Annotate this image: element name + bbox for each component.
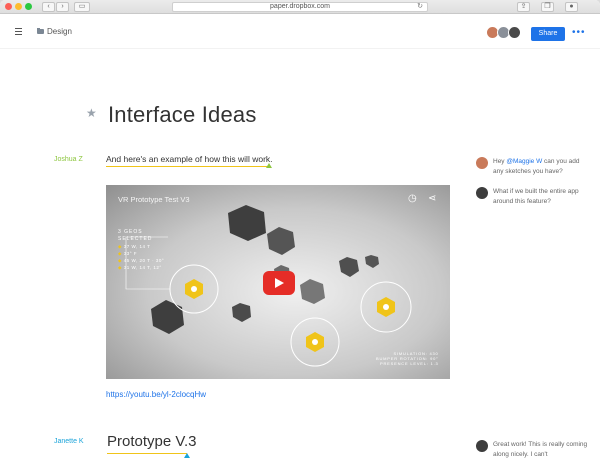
geo-stats-overlay: 3 GEOS SELECTED 37 W, 14 T 33° F 45 W, 2… xyxy=(118,229,164,271)
reload-icon[interactable]: ↻ xyxy=(417,3,423,11)
share-button[interactable]: Share xyxy=(531,27,565,41)
geo-shape xyxy=(232,303,251,322)
author-label: Janette K xyxy=(54,438,84,445)
author-underline xyxy=(106,166,269,167)
chevron-left-icon: ‹ xyxy=(47,3,50,10)
caption-line: PRESENCE LEVEL: 1.3 xyxy=(380,361,439,366)
avatar[interactable] xyxy=(476,187,488,199)
avatar[interactable] xyxy=(476,157,488,169)
stats-subheading: SELECTED xyxy=(118,236,153,242)
zoom-window-button[interactable] xyxy=(25,3,32,10)
video-caption: SIMULATION: 430 BUMPER ROTATION: 90° PRE… xyxy=(376,351,439,366)
app-header: Design Share ••• xyxy=(0,22,600,44)
extension-button[interactable]: ● xyxy=(565,2,578,12)
stats-row: 33° F xyxy=(118,250,164,257)
stats-heading: 3 GEOS xyxy=(118,229,143,235)
author-underline xyxy=(107,453,187,454)
cursor-caret-icon xyxy=(184,453,190,458)
author-label: Joshua Z xyxy=(54,156,83,163)
avatar[interactable] xyxy=(476,440,488,452)
more-options-icon[interactable]: ••• xyxy=(572,27,586,38)
browser-toolbar: ‹ › ▭ paper.dropbox.com ↻ ⇪ ❐ ● xyxy=(0,0,600,14)
stats-row: 45 W, 20 T · 30° xyxy=(118,257,164,264)
tabs-icon: ❐ xyxy=(544,3,551,10)
comment[interactable]: Great work! This is really coming along … xyxy=(493,440,588,460)
watch-later-icon[interactable]: ◷ xyxy=(408,193,417,204)
geo-shape xyxy=(151,300,184,334)
page-title[interactable]: Interface Ideas xyxy=(108,102,257,128)
sidebar-toggle-button[interactable]: ▭ xyxy=(74,2,90,12)
geo-shape xyxy=(339,257,359,277)
play-button[interactable] xyxy=(263,271,295,295)
avatar[interactable] xyxy=(508,26,521,39)
comment[interactable]: What if we built the entire app around t… xyxy=(493,187,588,207)
comment-text: Great work! This is really coming along … xyxy=(493,441,588,458)
back-button[interactable]: ‹ xyxy=(42,2,55,12)
browser-window: ‹ › ▭ paper.dropbox.com ↻ ⇪ ❐ ● Design S… xyxy=(0,0,600,462)
share-icon[interactable]: ⋖ xyxy=(428,193,436,204)
address-bar[interactable]: paper.dropbox.com ↻ xyxy=(172,2,428,12)
breadcrumb[interactable]: Design xyxy=(47,27,72,36)
comment-text: What if we built the entire app around t… xyxy=(493,188,579,205)
tabs-button[interactable]: ❐ xyxy=(541,2,554,12)
stats-row: 37 W, 14 T xyxy=(118,243,164,250)
share-page-button[interactable]: ⇪ xyxy=(517,2,530,12)
close-window-button[interactable] xyxy=(5,3,12,10)
paragraph-text[interactable]: And here's an example of how this will w… xyxy=(106,154,273,164)
url-text: paper.dropbox.com xyxy=(270,3,330,10)
share-icon: ⇪ xyxy=(520,3,527,10)
menu-icon[interactable] xyxy=(15,28,22,35)
cursor-caret-icon xyxy=(266,163,272,168)
forward-button[interactable]: › xyxy=(56,2,69,12)
geo-shape xyxy=(267,227,295,255)
comment[interactable]: Hey @Maggie W can you add any sketches y… xyxy=(493,157,588,177)
video-link[interactable]: https://youtu.be/yl-2clocqHw xyxy=(106,390,206,399)
header-divider xyxy=(0,48,600,49)
geo-shape xyxy=(228,205,266,241)
video-title[interactable]: VR Prototype Test V3 xyxy=(118,195,190,204)
folder-icon xyxy=(37,28,44,34)
sidebar-icon: ▭ xyxy=(78,3,86,10)
geo-shape xyxy=(300,279,325,304)
extension-icon: ● xyxy=(569,3,574,10)
stats-row: 31 W, 14 T, 12° xyxy=(118,264,164,271)
chevron-right-icon: › xyxy=(61,3,64,10)
mention-link[interactable]: @Maggie W xyxy=(506,158,542,165)
geo-shape xyxy=(365,255,379,268)
video-embed[interactable]: VR Prototype Test V3 ◷ ⋖ 3 GEOS SELECTED… xyxy=(106,185,450,379)
star-icon[interactable]: ★ xyxy=(86,106,97,120)
comment-text: Hey xyxy=(493,158,507,165)
section-heading[interactable]: Prototype V.3 xyxy=(107,433,197,450)
minimize-window-button[interactable] xyxy=(15,3,22,10)
